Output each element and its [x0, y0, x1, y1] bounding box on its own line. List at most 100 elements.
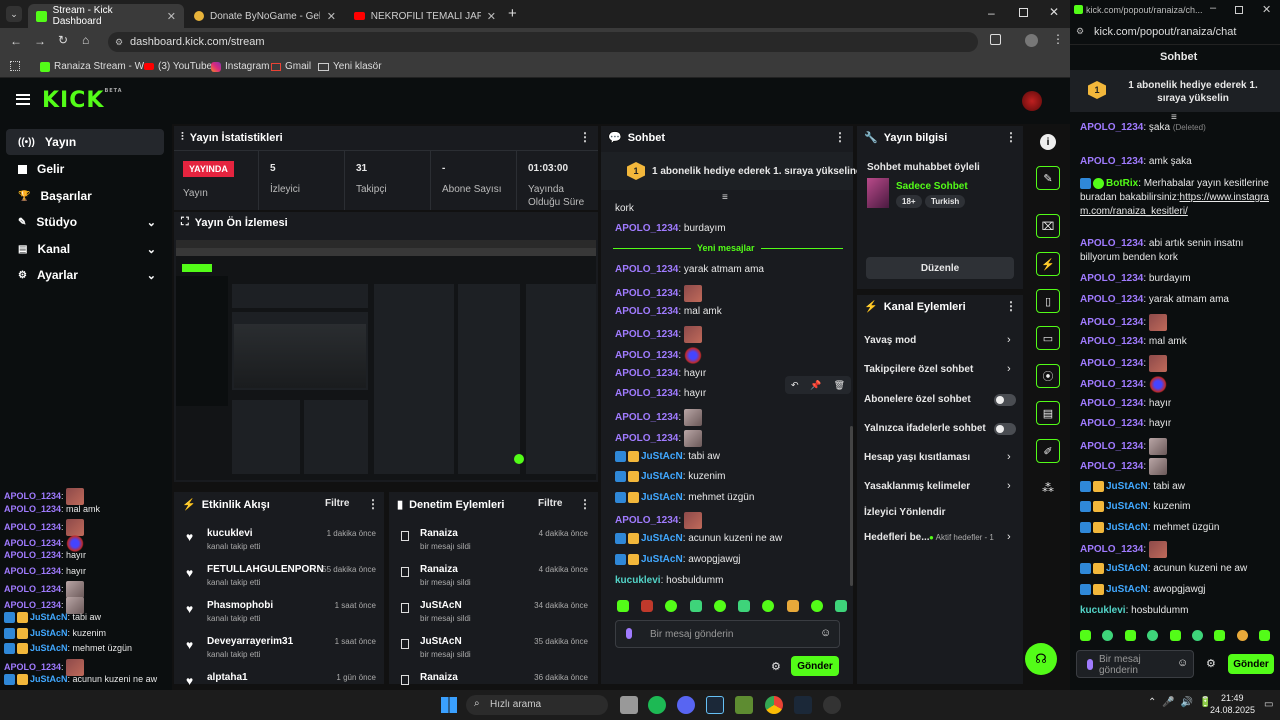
category-link[interactable]: Sadece Sohbet [896, 181, 968, 192]
tray-icons[interactable]: ⌃🎤🔊🔋 [1148, 697, 1218, 708]
chat-username[interactable]: JuStAcN [1106, 584, 1148, 595]
moderator-name[interactable]: JuStAcN [420, 600, 462, 611]
channel-action-label[interactable]: Hedefleri be... [864, 532, 930, 543]
hamburger-menu-icon[interactable] [16, 94, 30, 105]
popout-chat-message[interactable]: JuStAcN: mehmet üzgün [1080, 521, 1275, 535]
channel-action-label[interactable]: Takipçilere özel sohbet [864, 364, 973, 375]
popout-chat-message[interactable]: APOLO_1234: burdayım [1080, 272, 1275, 286]
chat-message[interactable]: APOLO_1234: mal amk [615, 306, 722, 317]
popout-chat-message[interactable]: JuStAcN: tabi aw [1080, 480, 1275, 494]
user-avatar[interactable] [1022, 91, 1042, 111]
chat-message[interactable]: JuStAcN: tabi aw [615, 451, 720, 462]
info-icon[interactable]: i [1040, 134, 1056, 150]
emoji-icon[interactable]: ☺ [1177, 657, 1188, 669]
channel-action-label[interactable]: İzleyici Yönlendir [864, 507, 946, 518]
microphone-icon[interactable] [1087, 659, 1093, 670]
activity-name[interactable]: kucuklevi [207, 528, 253, 539]
popout-chat-message[interactable]: APOLO_1234: [1080, 458, 1275, 475]
apps-icon[interactable] [10, 61, 20, 71]
emote-icon[interactable] [1102, 630, 1114, 641]
emote-icon[interactable] [1080, 630, 1091, 641]
chat-username[interactable]: JuStAcN [641, 471, 683, 482]
chat-message[interactable]: JuStAcN: acunun kuzeni ne aw [615, 533, 782, 544]
chat-username[interactable]: JuStAcN [641, 451, 683, 462]
site-info-icon[interactable]: ⚙ [115, 32, 123, 52]
chat-username[interactable]: APOLO_1234 [615, 350, 678, 361]
chat-username[interactable]: APOLO_1234 [615, 288, 678, 299]
chat-username[interactable]: APOLO_1234 [4, 599, 61, 609]
emote-icon[interactable] [617, 600, 629, 612]
activity-name[interactable]: alptaha1 [207, 672, 248, 683]
popout-chat-message[interactable]: JuStAcN: acunun kuzeni ne aw [1080, 562, 1275, 576]
more-options-icon[interactable]: ⋮ [579, 130, 591, 144]
emote-icon[interactable] [1147, 630, 1159, 641]
chat-username[interactable]: APOLO_1234 [4, 566, 61, 576]
emote-icon[interactable] [738, 600, 751, 612]
chat-username[interactable]: APOLO_1234 [615, 368, 678, 379]
chat-username[interactable]: APOLO_1234 [1080, 398, 1143, 409]
popout-chat-message[interactable]: APOLO_1234: mal amk [1080, 335, 1275, 349]
pinned-message[interactable]: 1 1 abonelik hediye ederek 1. sıraya yük… [1070, 70, 1280, 112]
channel-action-label[interactable]: Yavaş mod [864, 335, 916, 346]
edit-button[interactable]: Düzenle [866, 257, 1014, 279]
chat-username[interactable]: APOLO_1234 [1080, 358, 1143, 369]
chat-username[interactable]: APOLO_1234 [1080, 544, 1143, 555]
chat-username[interactable]: APOLO_1234 [4, 522, 61, 532]
chat-username[interactable]: JuStAcN [30, 612, 68, 622]
chat-message[interactable]: APOLO_1234: burdayım [615, 223, 726, 234]
chat-username[interactable]: APOLO_1234 [4, 504, 61, 514]
activity-name[interactable]: FETULLAHGULENPORN [207, 564, 324, 575]
extensions-icon[interactable] [990, 34, 1001, 45]
chat-settings-icon[interactable]: ⚙ [771, 660, 781, 673]
sidebar-item-basarilar[interactable]: 🏆 Başarılar [6, 183, 164, 209]
popout-chat-message[interactable]: APOLO_1234: [1080, 376, 1275, 393]
chat-username[interactable]: APOLO_1234 [615, 433, 678, 444]
chat-username[interactable]: APOLO_1234 [4, 584, 61, 594]
close-window-icon[interactable]: ✕ [1049, 5, 1059, 19]
bookmark-instagram[interactable]: Instagram [211, 61, 269, 72]
channel-action-label[interactable]: Abonelere özel sohbet [864, 394, 971, 405]
sidebar-item-kanal[interactable]: ▤ Kanal ⌄ [6, 236, 164, 262]
more-options-icon[interactable]: ⋮ [579, 497, 591, 511]
send-button[interactable]: Gönder [1228, 654, 1274, 674]
reload-icon[interactable]: ↻ [58, 33, 68, 47]
chat-message[interactable]: APOLO_1234: [615, 409, 702, 426]
more-options-icon[interactable]: ⋮ [834, 130, 846, 144]
emoji-icon[interactable]: ☺ [820, 627, 831, 639]
notifications-icon[interactable]: ▭ [1264, 699, 1273, 710]
broadcast-icon[interactable]: ⦿ [1036, 364, 1060, 388]
tab-youtube[interactable]: NEKROFİLİ TEMALI JAPON KOR... ✕ [346, 4, 504, 28]
chat-input[interactable]: Bir mesaj gönderin ☺ [615, 620, 840, 648]
channel-action-label[interactable]: Yasaklanmış kelimeler [864, 481, 970, 492]
moderator-name[interactable]: JuStAcN [420, 636, 462, 647]
chat-username[interactable]: APOLO_1234 [1080, 156, 1143, 167]
chat-message[interactable]: APOLO_1234: [615, 347, 702, 364]
tab-list-icon[interactable]: ⌄ [6, 6, 22, 22]
kick-logo[interactable]: KICKBETA [42, 88, 123, 113]
wrench-icon[interactable]: ✐ [1036, 439, 1060, 463]
steam-icon[interactable] [706, 696, 724, 714]
chrome-icon[interactable] [765, 696, 783, 714]
discord-icon[interactable] [677, 696, 695, 714]
chat-username[interactable]: kucuklevi [615, 575, 661, 586]
sidebar-item-gelir[interactable]: Gelir [6, 156, 164, 182]
chat-username[interactable]: APOLO_1234 [615, 264, 678, 275]
tab-donate[interactable]: Donate ByNoGame - Gelen/Gi... ✕ [186, 4, 344, 28]
microphone-icon[interactable] [626, 628, 632, 639]
chat-username[interactable]: JuStAcN [30, 643, 68, 653]
emote-icon[interactable] [713, 600, 726, 612]
steam-icon[interactable] [794, 696, 812, 714]
chat-username[interactable]: APOLO_1234 [1080, 317, 1143, 328]
activity-name[interactable]: Phasmophobi [207, 600, 273, 611]
channel-action-label[interactable]: Yalnızca ifadelerle sohbet [864, 423, 986, 434]
send-button[interactable]: Gönder [791, 656, 839, 676]
toggle-switch[interactable] [994, 423, 1016, 435]
chat-username[interactable]: APOLO_1234 [615, 515, 678, 526]
chat-username[interactable]: JuStAcN [30, 674, 68, 684]
document-icon[interactable]: ▯ [1036, 289, 1060, 313]
popout-chat-message[interactable]: APOLO_1234: şaka (Deleted) [1080, 121, 1275, 135]
delete-icon[interactable]: 🗑 [834, 380, 845, 391]
chat-username[interactable]: APOLO_1234 [1080, 441, 1143, 452]
back-icon[interactable]: ← [10, 34, 22, 48]
popout-chat-message[interactable]: APOLO_1234: [1080, 355, 1275, 372]
